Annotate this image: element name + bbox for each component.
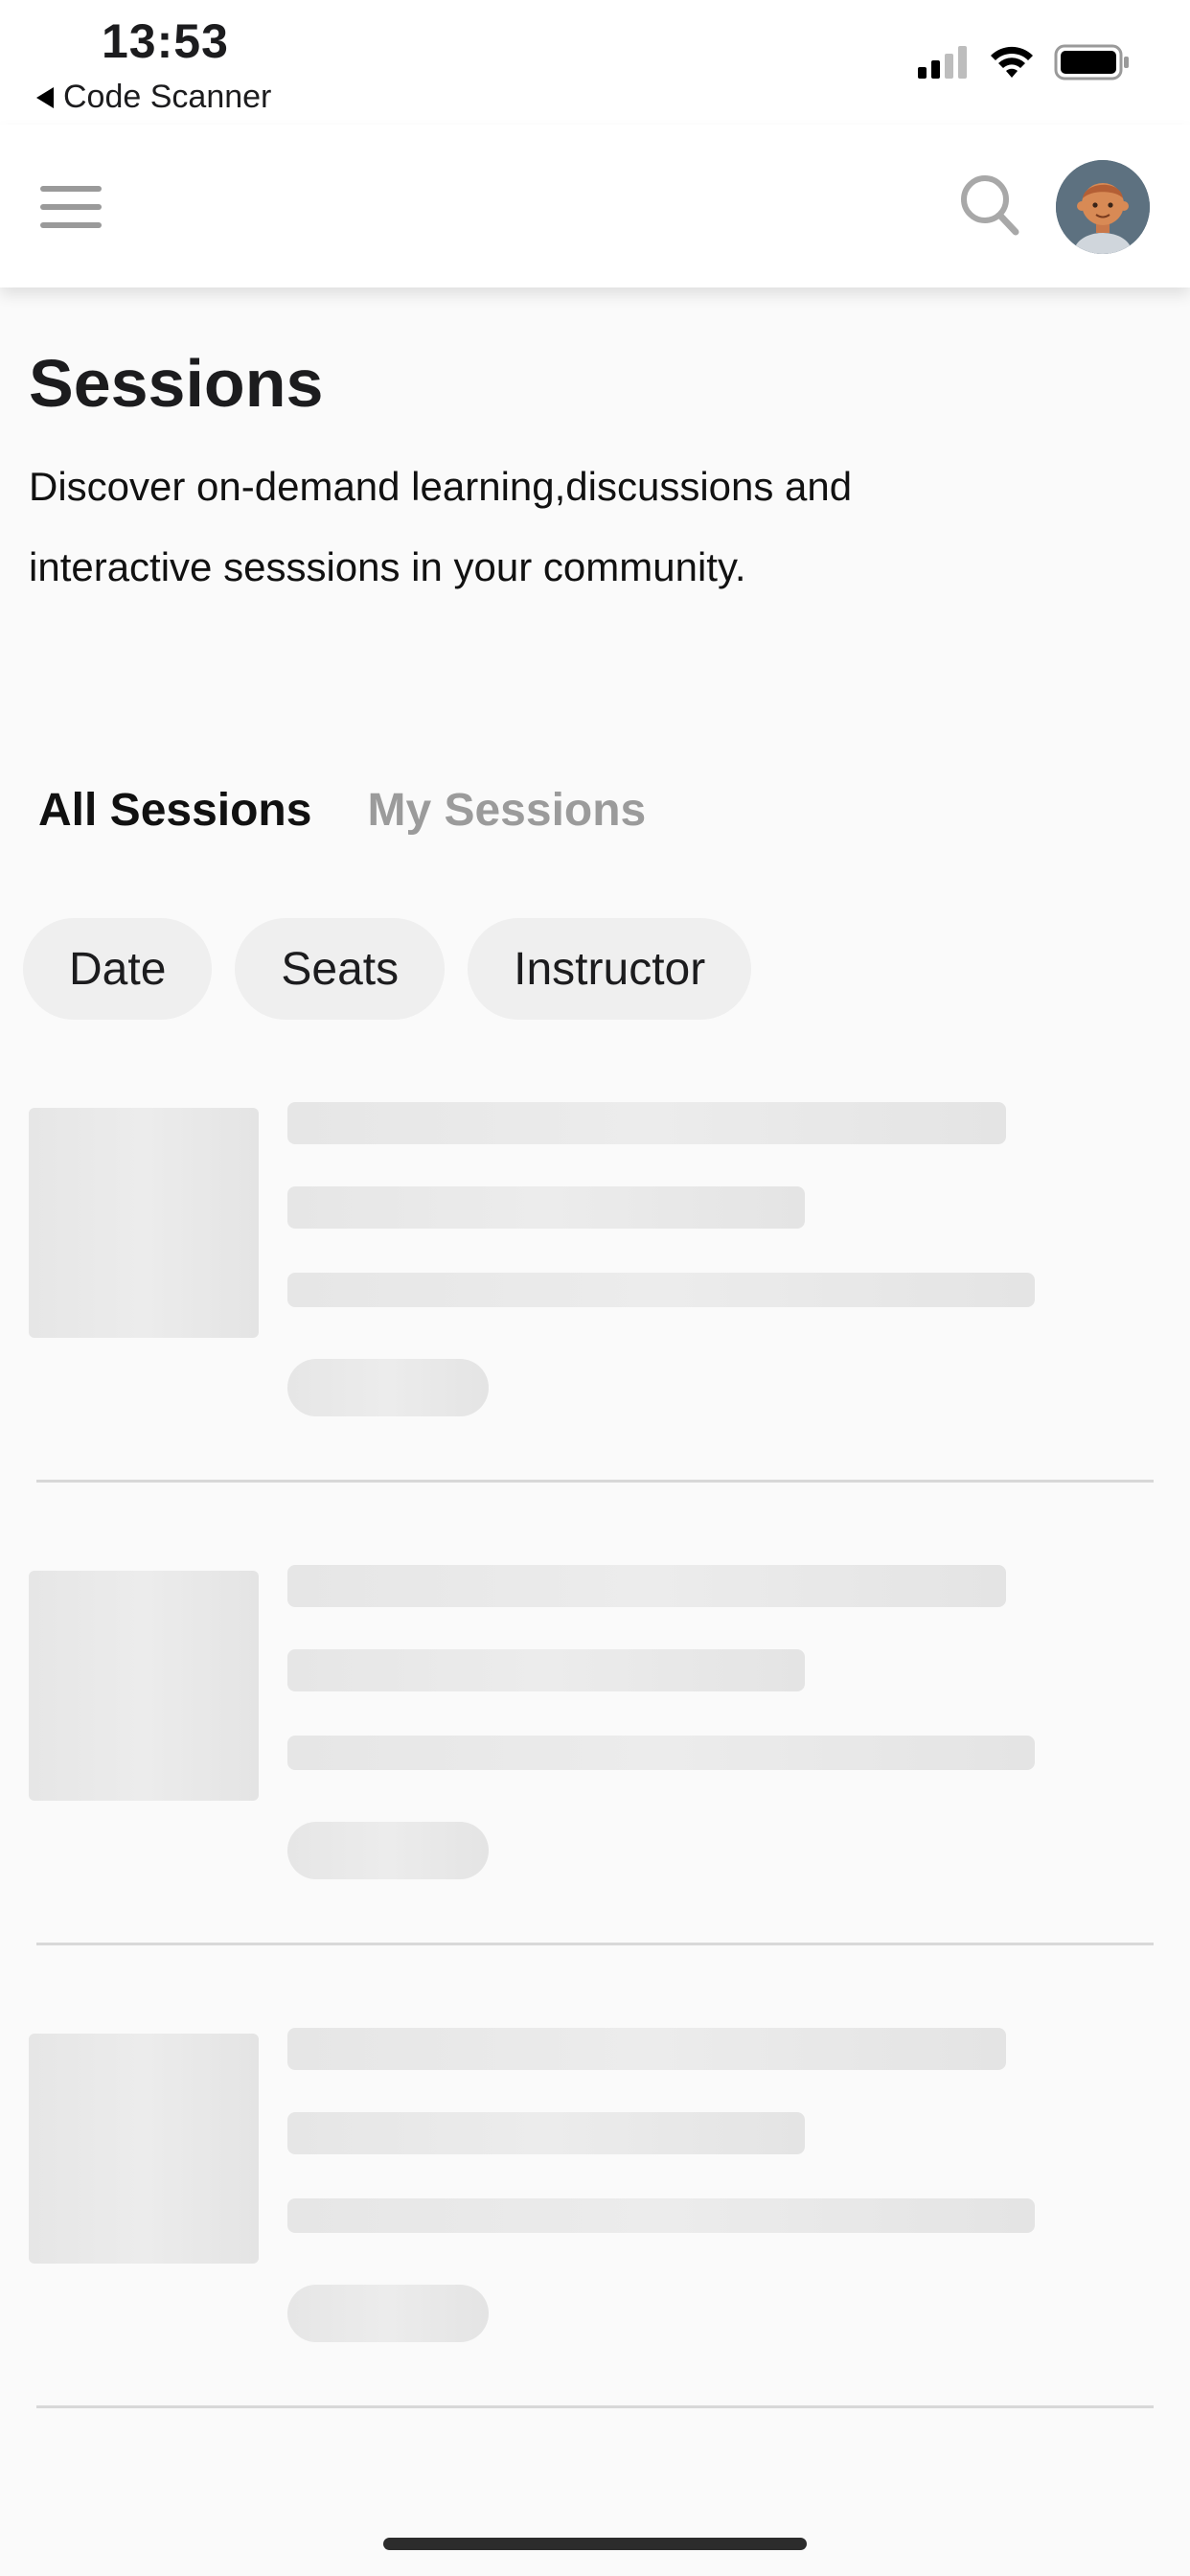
back-link-label: Code Scanner (63, 79, 272, 115)
skeleton-thumbnail (29, 2034, 259, 2264)
wifi-icon (991, 46, 1033, 78)
status-icons (918, 44, 1131, 80)
skeleton-thumbnail (29, 1571, 259, 1801)
tab-all-sessions[interactable]: All Sessions (38, 784, 311, 837)
page-description: Discover on-demand learning,discussions … (29, 464, 853, 589)
skeleton-session-item (0, 1092, 1190, 1555)
filter-chip-seats[interactable]: Seats (235, 918, 446, 1020)
list-divider (36, 1943, 1154, 1945)
filter-chips: Date Seats Instructor (23, 918, 752, 1020)
back-arrow-icon (36, 86, 54, 108)
page-title: Sessions (29, 346, 324, 421)
skeleton-subtitle-line (287, 1186, 805, 1229)
hamburger-menu-icon[interactable] (40, 184, 103, 230)
skeleton-detail-line (287, 1273, 1035, 1307)
session-tabs: All Sessions My Sessions (38, 784, 646, 837)
skeleton-detail-line (287, 2198, 1035, 2233)
skeleton-thumbnail (29, 1108, 259, 1338)
skeleton-pill (287, 2285, 489, 2342)
tab-my-sessions[interactable]: My Sessions (367, 784, 646, 837)
filter-chip-date[interactable]: Date (23, 918, 213, 1020)
avatar-illustration (1056, 160, 1150, 254)
filter-chip-instructor[interactable]: Instructor (468, 918, 752, 1020)
skeleton-detail-line (287, 1736, 1035, 1770)
skeleton-pill (287, 1359, 489, 1416)
skeleton-subtitle-line (287, 2112, 805, 2154)
status-bar: 13:53 Code Scanner (0, 0, 1190, 125)
search-icon[interactable] (958, 172, 1019, 240)
back-to-app-link[interactable]: Code Scanner (36, 79, 271, 116)
signal-icon (918, 46, 967, 79)
home-indicator (383, 2538, 807, 2550)
skeleton-title-line (287, 2028, 1006, 2070)
skeleton-subtitle-line (287, 1649, 805, 1691)
status-time: 13:53 (102, 14, 229, 68)
sessions-loading-list (0, 1092, 1190, 2481)
skeleton-title-line (287, 1102, 1006, 1144)
skeleton-session-item (0, 2018, 1190, 2481)
skeleton-pill (287, 1822, 489, 1879)
skeleton-title-line (287, 1565, 1006, 1607)
user-avatar[interactable] (1056, 160, 1150, 254)
battery-icon (1054, 44, 1129, 80)
app-header (0, 125, 1190, 288)
list-divider (36, 2405, 1154, 2408)
list-divider (36, 1480, 1154, 1483)
skeleton-session-item (0, 1555, 1190, 2018)
